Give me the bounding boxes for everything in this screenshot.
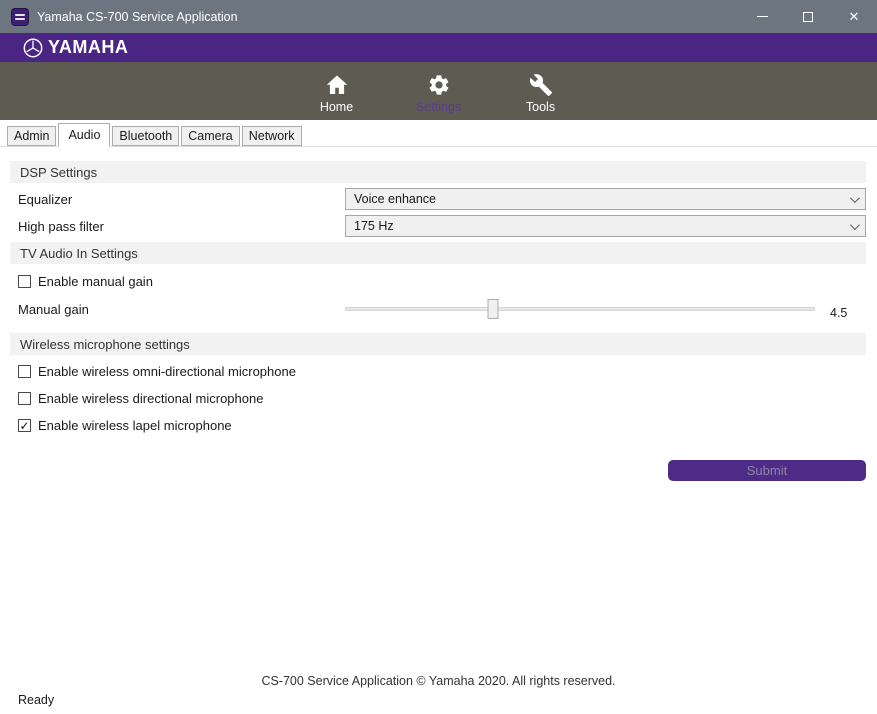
wrench-icon	[529, 73, 553, 97]
wireless-mic-checkbox[interactable]	[18, 365, 31, 378]
manual-gain-slider[interactable]	[345, 299, 815, 319]
app-icon	[11, 8, 29, 26]
wireless-mic-option-row: Enable wireless directional microphone	[10, 391, 866, 406]
tv-audio-in-header: TV Audio In Settings	[10, 242, 866, 264]
wireless-mic-option-row: Enable wireless omni-directional microph…	[10, 364, 866, 379]
dsp-settings-header: DSP Settings	[10, 161, 866, 183]
equalizer-row: Equalizer Voice enhance	[10, 188, 866, 210]
wireless-mic-checkbox[interactable]: ✓	[18, 419, 31, 432]
high-pass-filter-value: 175 Hz	[354, 219, 394, 233]
maximize-icon	[803, 12, 813, 22]
nav-item-home[interactable]: Home	[308, 73, 366, 120]
app-window: Yamaha CS-700 Service Application ✕ YAMA…	[0, 0, 877, 714]
gear-icon	[427, 73, 451, 97]
footer-copyright: CS-700 Service Application © Yamaha 2020…	[0, 674, 877, 688]
minimize-icon	[757, 16, 768, 17]
nav-item-settings[interactable]: Settings	[410, 73, 468, 120]
wireless-mic-checkbox[interactable]	[18, 392, 31, 405]
close-icon: ✕	[849, 10, 860, 23]
slider-track	[345, 307, 815, 311]
window-title: Yamaha CS-700 Service Application	[37, 10, 238, 24]
nav-item-label: Tools	[526, 100, 555, 114]
enable-manual-gain-label: Enable manual gain	[38, 274, 153, 289]
nav-item-tools[interactable]: Tools	[512, 73, 570, 120]
submit-row: Submit	[10, 460, 866, 481]
equalizer-label: Equalizer	[10, 192, 345, 207]
enable-manual-gain-row: Enable manual gain	[10, 274, 866, 289]
tab-camera[interactable]: Camera	[181, 126, 239, 146]
maximize-button[interactable]	[785, 0, 831, 33]
manual-gain-label: Manual gain	[10, 302, 345, 317]
window-controls: ✕	[739, 0, 877, 33]
wireless-mic-header: Wireless microphone settings	[10, 333, 866, 355]
high-pass-filter-dropdown[interactable]: 175 Hz	[345, 215, 866, 237]
yamaha-wordmark: YAMAHA	[48, 37, 128, 58]
home-icon	[325, 73, 349, 97]
nav-item-label: Home	[320, 100, 353, 114]
brand-bar: YAMAHA	[0, 33, 877, 62]
submit-button[interactable]: Submit	[668, 460, 866, 481]
tab-bluetooth[interactable]: Bluetooth	[112, 126, 179, 146]
main-nav: Home Settings Tools	[0, 62, 877, 120]
yamaha-logo: YAMAHA	[22, 37, 128, 59]
yamaha-tuning-fork-icon	[22, 37, 44, 59]
nav-item-label: Settings	[416, 100, 461, 114]
minimize-button[interactable]	[739, 0, 785, 33]
chevron-down-icon	[850, 220, 860, 230]
wireless-mic-option-row: ✓ Enable wireless lapel microphone	[10, 418, 866, 433]
wireless-mic-checkbox-label: Enable wireless directional microphone	[38, 391, 263, 406]
equalizer-value: Voice enhance	[354, 192, 436, 206]
dsp-settings-title: DSP Settings	[20, 165, 97, 180]
wireless-mic-checkbox-label: Enable wireless lapel microphone	[38, 418, 232, 433]
audio-tab-panel: DSP Settings Equalizer Voice enhance Hig…	[0, 147, 877, 481]
tab-admin[interactable]: Admin	[7, 126, 56, 146]
titlebar: Yamaha CS-700 Service Application ✕	[0, 0, 877, 33]
slider-thumb[interactable]	[488, 299, 499, 319]
tv-audio-in-title: TV Audio In Settings	[20, 246, 138, 261]
wireless-mic-checkbox-label: Enable wireless omni-directional microph…	[38, 364, 296, 379]
tab-network[interactable]: Network	[242, 126, 302, 146]
manual-gain-value: 4.5	[830, 306, 866, 320]
manual-gain-row: Manual gain 4.5	[10, 298, 866, 320]
tab-strip: AdminAudioBluetoothCameraNetwork	[0, 120, 877, 147]
high-pass-filter-row: High pass filter 175 Hz	[10, 215, 866, 237]
close-button[interactable]: ✕	[831, 0, 877, 33]
tab-audio[interactable]: Audio	[58, 123, 110, 147]
status-bar: Ready	[18, 693, 54, 707]
wireless-mic-options: Enable wireless omni-directional microph…	[10, 364, 866, 433]
high-pass-filter-label: High pass filter	[10, 219, 345, 234]
equalizer-dropdown[interactable]: Voice enhance	[345, 188, 866, 210]
chevron-down-icon	[850, 193, 860, 203]
wireless-mic-title: Wireless microphone settings	[20, 337, 190, 352]
enable-manual-gain-checkbox[interactable]	[18, 275, 31, 288]
